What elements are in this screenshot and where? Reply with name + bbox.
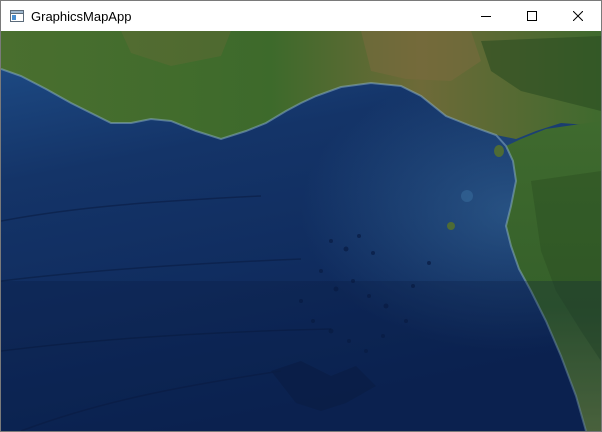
- minimize-icon: [481, 16, 491, 17]
- maximize-icon: [527, 11, 537, 21]
- satellite-basemap[interactable]: [1, 31, 601, 431]
- app-window: GraphicsMapApp: [0, 0, 602, 432]
- close-button[interactable]: [555, 1, 601, 31]
- close-icon: [573, 11, 583, 21]
- minimize-button[interactable]: [463, 1, 509, 31]
- map-view[interactable]: [1, 31, 601, 431]
- title-bar[interactable]: GraphicsMapApp: [1, 1, 601, 31]
- window-app-icon: [10, 10, 24, 22]
- island-sao-tome: [447, 222, 455, 230]
- deep-ocean-shade: [1, 281, 601, 431]
- maximize-button[interactable]: [509, 1, 555, 31]
- island-bioko: [494, 145, 504, 157]
- window-title: GraphicsMapApp: [31, 8, 132, 24]
- island-halo: [461, 190, 473, 202]
- window-controls: [463, 1, 601, 31]
